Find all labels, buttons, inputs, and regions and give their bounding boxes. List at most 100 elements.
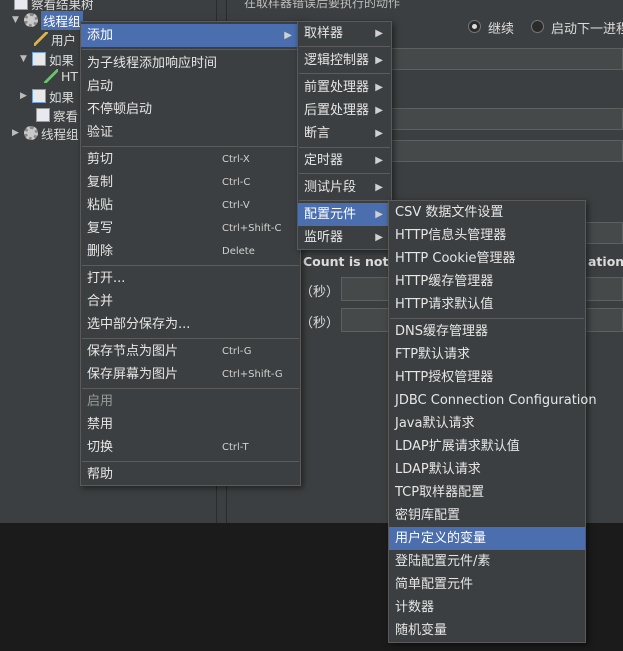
menu-separator	[299, 147, 390, 148]
expander-icon[interactable]: ▶	[12, 128, 22, 138]
menu-separator	[82, 338, 299, 339]
menu-item-label: 启用	[87, 394, 114, 409]
tree-node-user-params[interactable]: 用户	[34, 30, 76, 48]
tree-node-label: 用户	[51, 32, 77, 48]
menu-item-start[interactable]: 启动	[81, 75, 300, 98]
menu-item-keystore-config[interactable]: 密钥库配置	[389, 504, 585, 527]
menu-item-login-config[interactable]: 登陆配置元件/素	[389, 550, 585, 573]
expander-icon[interactable]: ▼	[20, 54, 30, 64]
menu-item-add[interactable]: 添加 ▶	[81, 24, 300, 47]
menu-item-config-element[interactable]: 配置元件 ▶	[298, 203, 391, 226]
menu-item-http-auth-manager[interactable]: HTTP授权管理器	[389, 366, 585, 389]
menu-separator	[82, 461, 299, 462]
menu-item-save-screen-image[interactable]: 保存屏幕为图片 Ctrl+Shift-G	[81, 363, 300, 386]
menu-item-http-request-defaults[interactable]: HTTP请求默认值	[389, 293, 585, 316]
menu-item-copy[interactable]: 复制 Ctrl-C	[81, 171, 300, 194]
menu-item-pre-processor[interactable]: 前置处理器 ▶	[298, 76, 391, 99]
radio-next-loop[interactable]	[531, 20, 544, 33]
menu-item-post-processor[interactable]: 后置处理器 ▶	[298, 99, 391, 122]
menu-item-paste[interactable]: 粘贴 Ctrl-V	[81, 194, 300, 217]
tree-node-if-controller[interactable]: ▼ 如果	[20, 50, 74, 68]
menu-separator	[299, 46, 390, 47]
menu-item-label: 用户定义的变量	[395, 531, 487, 546]
menu-item-counter[interactable]: 计数器	[389, 596, 585, 619]
menu-item-delete[interactable]: 删除 Delete	[81, 240, 300, 263]
menu-item-sampler[interactable]: 取样器 ▶	[298, 22, 391, 45]
menu-item-save-node-image[interactable]: 保存节点为图片 Ctrl-G	[81, 340, 300, 363]
menu-item-label: Java默认请求	[395, 416, 475, 431]
menu-item-label: 不停顿启动	[87, 102, 153, 117]
menu-item-label: HTTP信息头管理器	[395, 228, 507, 243]
gear-icon	[24, 13, 38, 27]
menu-item-add-response-time[interactable]: 为子线程添加响应时间	[81, 52, 300, 75]
menu-item-help[interactable]: 帮助	[81, 463, 300, 486]
menu-item-http-cookie-manager[interactable]: HTTP Cookie管理器	[389, 247, 585, 270]
menu-item-label: 打开...	[87, 271, 126, 286]
menu-item-csv-data-set[interactable]: CSV 数据文件设置	[389, 201, 585, 224]
tree-node-http-sampler[interactable]: HT	[44, 67, 78, 85]
expander-icon[interactable]: ▼	[12, 15, 22, 25]
menu-item-tcp-sampler-config[interactable]: TCP取样器配置	[389, 481, 585, 504]
menu-item-java-request-defaults[interactable]: Java默认请求	[389, 412, 585, 435]
tree-node-label: 如果	[49, 52, 75, 68]
menu-item-start-no-pause[interactable]: 不停顿启动	[81, 98, 300, 121]
menu-item-label: JDBC Connection Configuration	[395, 393, 597, 408]
menu-item-label: LDAP默认请求	[395, 462, 481, 477]
menu-item-save-selection-as[interactable]: 选中部分保存为...	[81, 313, 300, 336]
tree-node-thread-group[interactable]: ▼ 线程组	[12, 10, 83, 30]
submenu-arrow-icon: ▶	[375, 182, 383, 193]
shortcut-label: Ctrl+Shift-C	[222, 223, 282, 234]
submenu-arrow-icon: ▶	[375, 155, 383, 166]
menu-item-validate[interactable]: 验证	[81, 121, 300, 144]
menu-item-jdbc-connection[interactable]: JDBC Connection Configuration	[389, 389, 597, 412]
tree-node-label: 线程组	[41, 10, 83, 30]
menu-item-assertion[interactable]: 断言 ▶	[298, 122, 391, 145]
gear-icon	[24, 126, 38, 140]
if-controller-icon	[32, 52, 46, 66]
results-tree-icon	[14, 0, 28, 10]
radio-continue-label: 继续	[488, 22, 515, 37]
menu-item-ldap-request-defaults[interactable]: LDAP默认请求	[389, 458, 585, 481]
menu-item-http-header-manager[interactable]: HTTP信息头管理器	[389, 224, 585, 247]
shortcut-label: Ctrl-G	[222, 346, 252, 357]
menu-item-duplicate[interactable]: 复写 Ctrl+Shift-C	[81, 217, 300, 240]
menu-item-label: 随机变量	[395, 623, 448, 638]
submenu-arrow-icon: ▶	[375, 105, 383, 116]
menu-item-ftp-request-defaults[interactable]: FTP默认请求	[389, 343, 585, 366]
tree-node-thread-group-2[interactable]: ▶ 线程组	[12, 124, 79, 142]
menu-item-disable[interactable]: 禁用	[81, 413, 300, 436]
menu-item-label: LDAP扩展请求默认值	[395, 439, 520, 454]
menu-item-test-fragment[interactable]: 测试片段 ▶	[298, 176, 391, 199]
menu-item-label: FTP默认请求	[395, 347, 471, 362]
menu-item-label: 复写	[87, 221, 114, 236]
configuration-text-fragment: ation, l	[588, 254, 623, 269]
menu-separator	[82, 49, 299, 50]
menu-item-cut[interactable]: 剪切 Ctrl-X	[81, 148, 300, 171]
menu-item-ldap-extended-defaults[interactable]: LDAP扩展请求默认值	[389, 435, 585, 458]
shortcut-label: Ctrl-T	[222, 442, 249, 453]
menu-separator	[299, 200, 390, 201]
menu-item-merge[interactable]: 合并	[81, 290, 300, 313]
if-controller-icon	[32, 89, 46, 103]
submenu-arrow-icon: ▶	[375, 28, 383, 39]
expander-icon[interactable]: ▶	[20, 91, 30, 101]
menu-item-label: 简单配置元件	[395, 577, 474, 592]
tree-node-results-tree-2[interactable]: 察看	[36, 106, 78, 124]
menu-item-dns-cache-manager[interactable]: DNS缓存管理器	[389, 320, 585, 343]
menu-item-http-cache-manager[interactable]: HTTP缓存管理器	[389, 270, 585, 293]
menu-item-open[interactable]: 打开...	[81, 267, 300, 290]
menu-item-random-variable[interactable]: 随机变量	[389, 619, 585, 642]
menu-item-label: TCP取样器配置	[395, 485, 485, 500]
menu-item-label: 选中部分保存为...	[87, 317, 191, 332]
wrench-icon	[34, 32, 48, 46]
menu-item-label: 帮助	[87, 467, 114, 482]
menu-item-listener[interactable]: 监听器 ▶	[298, 226, 391, 249]
menu-item-toggle[interactable]: 切换 Ctrl-T	[81, 436, 300, 459]
menu-item-logic-controller[interactable]: 逻辑控制器 ▶	[298, 49, 391, 72]
tree-node-if-controller-2[interactable]: ▶ 如果	[20, 87, 74, 105]
menu-separator	[82, 388, 299, 389]
menu-item-simple-config[interactable]: 简单配置元件	[389, 573, 585, 596]
radio-continue[interactable]	[468, 20, 481, 33]
menu-item-user-defined-variables[interactable]: 用户定义的变量	[389, 527, 585, 550]
menu-item-timer[interactable]: 定时器 ▶	[298, 149, 391, 172]
